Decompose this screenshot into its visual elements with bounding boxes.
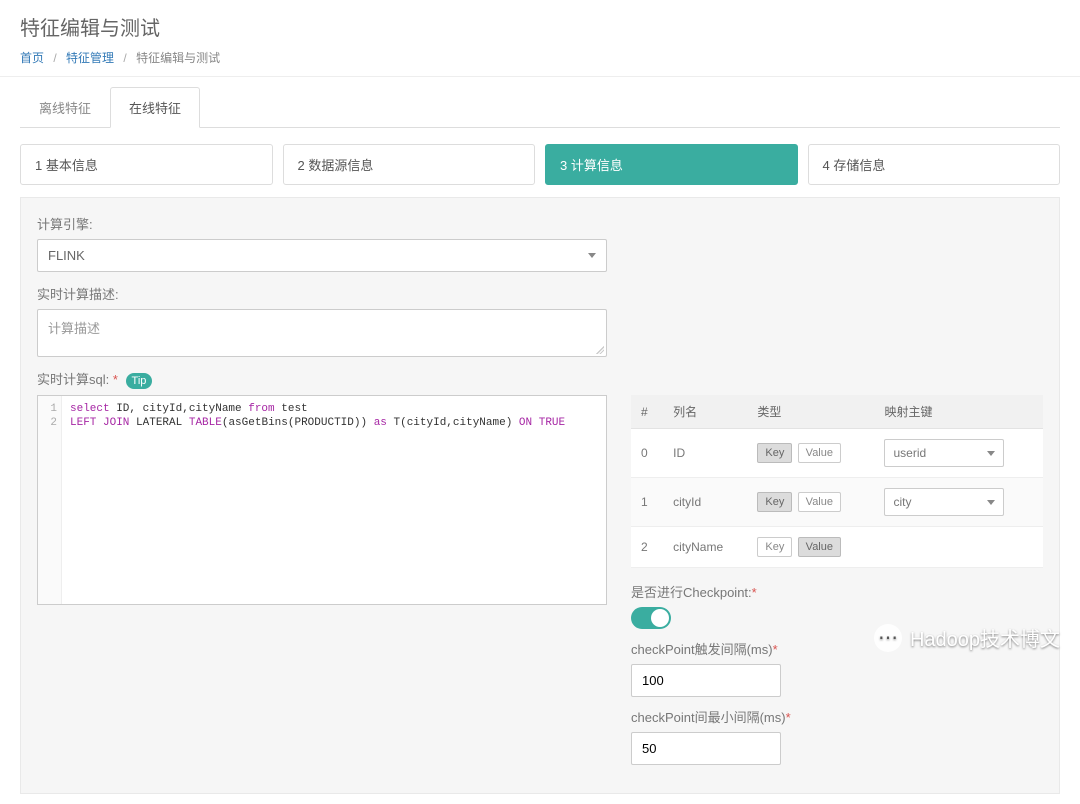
desc-label: 实时计算描述: <box>37 284 1043 303</box>
tip-badge[interactable]: Tip <box>126 373 153 389</box>
table-row: 2 cityName Key Value <box>631 527 1043 568</box>
page-title: 特征编辑与测试 <box>20 12 1060 41</box>
chevron-down-icon <box>588 253 596 258</box>
compute-panel: 计算引擎: FLINK 实时计算描述: 计算描述 实时计算sql: * Tip … <box>20 197 1060 794</box>
step-datasource[interactable]: 2 数据源信息 <box>283 144 536 185</box>
value-button[interactable]: Value <box>798 492 841 512</box>
sql-editor[interactable]: 12 select ID, cityId,cityName from test … <box>37 395 607 605</box>
desc-textarea[interactable]: 计算描述 <box>37 309 607 357</box>
breadcrumb: 首页 / 特征管理 / 特征编辑与测试 <box>20 49 1060 66</box>
cell-idx: 2 <box>631 527 663 568</box>
wizard-steps: 1 基本信息 2 数据源信息 3 计算信息 4 存储信息 <box>20 128 1060 197</box>
table-row: 0 ID Key Value userid <box>631 429 1043 478</box>
cp-min-label: checkPoint间最小间隔(ms)* <box>631 707 1043 726</box>
key-button[interactable]: Key <box>757 492 792 512</box>
value-button[interactable]: Value <box>798 443 841 463</box>
th-map: 映射主键 <box>874 395 1043 429</box>
cell-idx: 0 <box>631 429 663 478</box>
breadcrumb-manage[interactable]: 特征管理 <box>66 51 114 65</box>
editor-gutter: 12 <box>38 396 62 604</box>
sql-label: 实时计算sql: * Tip <box>37 369 1043 389</box>
cp-min-input[interactable] <box>631 732 781 765</box>
step-basic[interactable]: 1 基本信息 <box>20 144 273 185</box>
cell-colname: cityId <box>663 478 747 527</box>
breadcrumb-current: 特征编辑与测试 <box>136 51 220 65</box>
columns-table: # 列名 类型 映射主键 0 ID Key Value userid 1 cit… <box>631 395 1043 568</box>
value-button[interactable]: Value <box>798 537 841 557</box>
engine-value: FLINK <box>48 248 85 263</box>
wechat-icon: ⋯ <box>874 624 902 652</box>
cp-interval-input[interactable] <box>631 664 781 697</box>
cell-idx: 1 <box>631 478 663 527</box>
cell-colname: cityName <box>663 527 747 568</box>
watermark: ⋯ Hadoop技术博文 <box>874 623 1060 652</box>
engine-select[interactable]: FLINK <box>37 239 607 272</box>
map-select[interactable]: city <box>884 488 1004 516</box>
breadcrumb-home[interactable]: 首页 <box>20 51 44 65</box>
checkpoint-label: 是否进行Checkpoint:* <box>631 582 1043 601</box>
sql-code: select ID, cityId,cityName from test LEF… <box>62 396 573 604</box>
step-storage[interactable]: 4 存储信息 <box>808 144 1061 185</box>
map-select[interactable]: userid <box>884 439 1004 467</box>
chevron-down-icon <box>987 451 995 456</box>
th-idx: # <box>631 395 663 429</box>
step-compute[interactable]: 3 计算信息 <box>545 144 798 185</box>
cell-colname: ID <box>663 429 747 478</box>
key-button[interactable]: Key <box>757 537 792 557</box>
th-type: 类型 <box>747 395 874 429</box>
engine-label: 计算引擎: <box>37 214 1043 233</box>
tabs: 离线特征 在线特征 <box>20 87 1060 128</box>
tab-online[interactable]: 在线特征 <box>110 87 200 128</box>
key-button[interactable]: Key <box>757 443 792 463</box>
chevron-down-icon <box>987 500 995 505</box>
checkpoint-toggle[interactable] <box>631 607 671 629</box>
th-col: 列名 <box>663 395 747 429</box>
table-row: 1 cityId Key Value city <box>631 478 1043 527</box>
tab-offline[interactable]: 离线特征 <box>20 87 110 128</box>
